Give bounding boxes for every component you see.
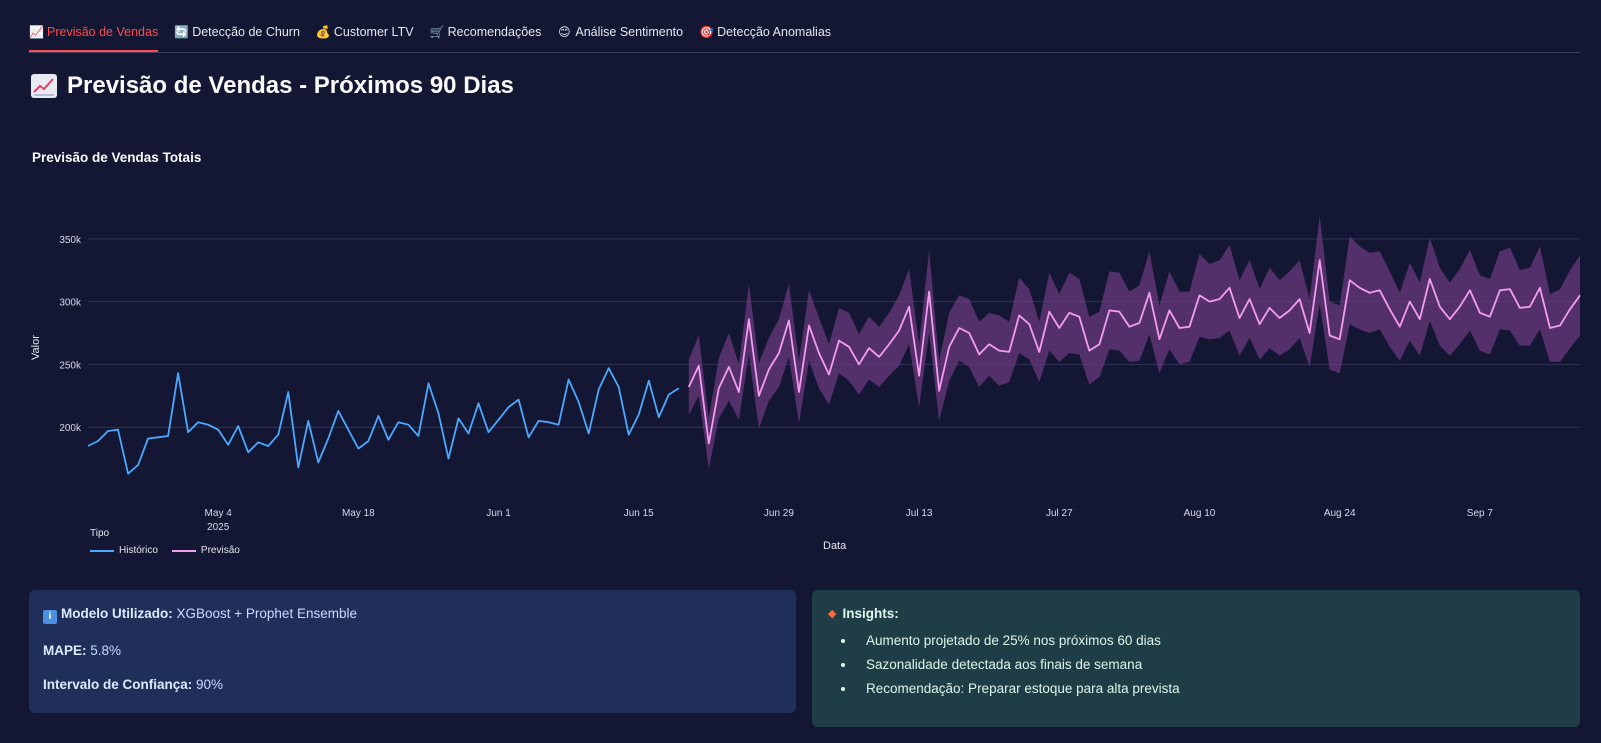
x-tick-label: Jun 1: [486, 508, 511, 519]
mape-line: MAPE: 5.8%: [43, 643, 782, 658]
model-info-box: i Modelo Utilizado: XGBoost + Prophet Ens…: [29, 590, 796, 713]
x-tick-label: May 18: [342, 508, 375, 519]
legend-swatch: [90, 549, 114, 552]
legend-swatch: [171, 549, 196, 552]
confidence-band: [688, 216, 1580, 469]
x-tick-label: Sep 7: [1467, 508, 1494, 519]
insights-header: ◆ Insights:: [828, 606, 1564, 621]
x-tick-label: Jul 27: [1046, 508, 1073, 519]
insights-list: Aumento projetado de 25% nos próximos 60…: [828, 633, 1564, 696]
y-tick-label: 300k: [59, 298, 82, 309]
ci-label: Intervalo de Confiança:: [43, 677, 193, 692]
model-label: Modelo Utilizado:: [61, 606, 173, 621]
list-item: Recomendação: Preparar estoque para alta…: [856, 681, 1564, 696]
x-tick-label: May 4: [205, 508, 233, 519]
info-icon: i: [43, 610, 57, 624]
ci-line: Intervalo de Confiança: 90%: [43, 677, 782, 692]
model-line: i Modelo Utilizado: XGBoost + Prophet Ens…: [43, 606, 782, 624]
legend-label: Previsão: [200, 545, 240, 556]
ci-value: 90%: [192, 677, 224, 692]
legend-item-historico[interactable]: Histórico: [90, 545, 158, 556]
y-tick-label: 250k: [59, 360, 82, 371]
list-item: Sazonalidade detectada aos finais de sem…: [856, 657, 1564, 672]
sales-forecast-chart[interactable]: 200k250k300k350kMay 42025May 18 Jun 1 Jun …: [0, 0, 1601, 560]
x-tick-label: Aug 24: [1324, 508, 1356, 519]
y-axis-label: Valor: [30, 335, 42, 360]
x-tick-label: Jul 13: [906, 508, 933, 519]
chart-legend: Tipo Histórico Previsão: [90, 528, 240, 556]
mape-value: 5.8%: [86, 643, 122, 658]
insights-title: Insights:: [842, 606, 899, 621]
legend-label: Histórico: [119, 545, 158, 556]
mape-label: MAPE:: [43, 643, 87, 658]
model-value: XGBoost + Prophet Ensemble: [172, 606, 357, 621]
y-tick-label: 350k: [59, 235, 82, 246]
x-axis-label: Data: [823, 540, 847, 552]
series-line-historico: [87, 367, 680, 475]
list-item: Aumento projetado de 25% nos próximos 60…: [856, 633, 1564, 648]
x-tick-label: Jun 29: [764, 508, 794, 519]
legend-item-previsao[interactable]: Previsão: [171, 545, 240, 556]
diamond-icon: ◆: [828, 608, 837, 620]
legend-title: Tipo: [90, 528, 110, 539]
y-tick-label: 200k: [59, 423, 82, 434]
x-tick-label: Jun 15: [624, 508, 654, 519]
x-tick-label: Aug 10: [1184, 508, 1216, 519]
insights-box: ◆ Insights: Aumento projetado de 25% nos …: [812, 590, 1580, 727]
